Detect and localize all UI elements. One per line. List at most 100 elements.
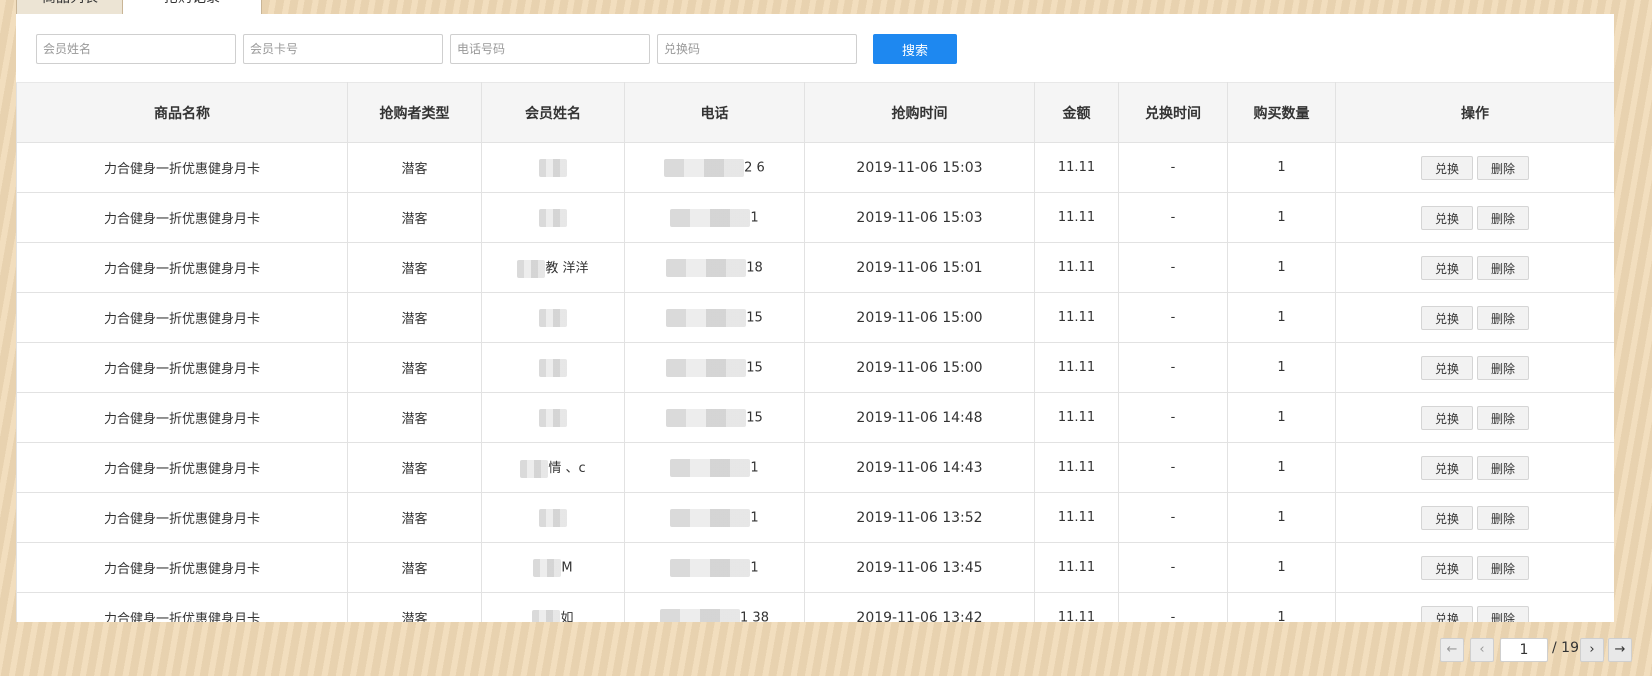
cell-amount: 11.11 <box>1034 142 1119 193</box>
header-quantity: 购买数量 <box>1227 82 1336 143</box>
cell-buyer-type: 潜客 <box>347 442 482 493</box>
delete-button[interactable]: 删除 <box>1477 305 1529 330</box>
cell-quantity: 1 <box>1227 542 1336 593</box>
tab-product-list[interactable]: 商品列表 <box>16 0 124 14</box>
page-number-input[interactable] <box>1500 638 1548 662</box>
phone-visible: 15 <box>746 360 763 375</box>
cell-product-name: 力合健身一折优惠健身月卡 <box>16 192 348 243</box>
phone-input[interactable] <box>450 34 650 64</box>
member-name-visible: M <box>561 560 573 575</box>
cell-amount: 11.11 <box>1034 242 1119 293</box>
member-name-visible: 如 <box>560 611 574 622</box>
cell-amount: 11.11 <box>1034 292 1119 343</box>
redacted-phone-mask <box>660 608 741 622</box>
pagination: ← ‹ / 19 › → <box>1440 638 1632 662</box>
cell-amount: 11.11 <box>1034 442 1119 493</box>
member-name-input[interactable] <box>36 34 236 64</box>
cell-purchase-time: 2019-11-06 15:03 <box>804 142 1035 193</box>
cell-buyer-type: 潜客 <box>347 142 482 193</box>
cell-redeem-time: - <box>1118 192 1228 243</box>
phone-visible: 15 <box>746 410 763 425</box>
redeem-button[interactable]: 兑换 <box>1421 205 1473 230</box>
redacted-phone-mask <box>670 508 751 527</box>
phone-visible: 18 <box>746 260 763 275</box>
redacted-phone-mask <box>670 458 751 477</box>
member-card-input[interactable] <box>243 34 443 64</box>
member-name-visible: 教 洋洋 <box>545 261 589 277</box>
cell-product-name: 力合健身一折优惠健身月卡 <box>16 392 348 443</box>
header-buyer-type: 抢购者类型 <box>347 82 482 143</box>
table-row: 力合健身一折优惠健身月卡 潜客如 1 38 2019-11-06 13:42 11.11… <box>16 592 1614 622</box>
redacted-phone-mask <box>666 408 747 427</box>
header-purchase-time: 抢购时间 <box>804 82 1035 143</box>
header-phone: 电话 <box>624 82 805 143</box>
cell-member-name: M <box>481 542 625 593</box>
delete-button[interactable]: 删除 <box>1477 155 1529 180</box>
table-row: 力合健身一折优惠健身月卡 潜客 15 2019-11-06 14:48 11.11-1 兑… <box>16 392 1614 443</box>
redacted-name-mask <box>539 358 567 377</box>
cell-actions: 兑换 删除 <box>1335 142 1614 193</box>
arrow-left-icon[interactable]: ← <box>1440 638 1464 662</box>
cell-phone: 1 <box>624 192 805 243</box>
main-panel: 搜索 商品名称 抢购者类型 会员姓名 电话 抢购时间 金额 兑换时间 购买数量 … <box>16 14 1614 622</box>
tab-purchase-records[interactable]: 抢购记录 <box>122 0 262 14</box>
table-row: 力合健身一折优惠健身月卡 潜客 15 2019-11-06 15:00 11.11-1 兑… <box>16 342 1614 393</box>
cell-actions: 兑换 删除 <box>1335 292 1614 343</box>
redeem-button[interactable]: 兑换 <box>1421 305 1473 330</box>
search-button[interactable]: 搜索 <box>873 34 957 64</box>
redeem-button[interactable]: 兑换 <box>1421 255 1473 280</box>
cell-product-name: 力合健身一折优惠健身月卡 <box>16 542 348 593</box>
delete-button[interactable]: 删除 <box>1477 555 1529 580</box>
cell-redeem-time: - <box>1118 492 1228 543</box>
delete-button[interactable]: 删除 <box>1477 205 1529 230</box>
phone-visible: 1 38 <box>740 610 769 622</box>
arrow-right-icon[interactable]: → <box>1608 638 1632 662</box>
cell-buyer-type: 潜客 <box>347 592 482 622</box>
cell-member-name: 如 <box>481 592 625 622</box>
cell-quantity: 1 <box>1227 492 1336 543</box>
cell-member-name <box>481 342 625 393</box>
delete-button[interactable]: 删除 <box>1477 405 1529 430</box>
chevron-left-icon[interactable]: ‹ <box>1470 638 1494 662</box>
redeem-code-input[interactable] <box>657 34 857 64</box>
redeem-button[interactable]: 兑换 <box>1421 405 1473 430</box>
cell-member-name <box>481 492 625 543</box>
chevron-right-icon[interactable]: › <box>1580 638 1604 662</box>
cell-actions: 兑换 删除 <box>1335 442 1614 493</box>
cell-purchase-time: 2019-11-06 14:43 <box>804 442 1035 493</box>
cell-product-name: 力合健身一折优惠健身月卡 <box>16 492 348 543</box>
redeem-button[interactable]: 兑换 <box>1421 555 1473 580</box>
delete-button[interactable]: 删除 <box>1477 255 1529 280</box>
cell-phone: 18 <box>624 242 805 293</box>
delete-button[interactable]: 删除 <box>1477 605 1529 622</box>
redeem-button[interactable]: 兑换 <box>1421 605 1473 622</box>
cell-redeem-time: - <box>1118 242 1228 293</box>
purchase-records-table: 商品名称 抢购者类型 会员姓名 电话 抢购时间 金额 兑换时间 购买数量 操作 … <box>16 82 1614 622</box>
delete-button[interactable]: 删除 <box>1477 355 1529 380</box>
cell-quantity: 1 <box>1227 442 1336 493</box>
cell-product-name: 力合健身一折优惠健身月卡 <box>16 292 348 343</box>
cell-phone: 1 38 <box>624 592 805 622</box>
cell-actions: 兑换 删除 <box>1335 192 1614 243</box>
phone-visible: 1 <box>750 210 759 225</box>
phone-visible: 1 <box>750 560 759 575</box>
cell-quantity: 1 <box>1227 192 1336 243</box>
table-row: 力合健身一折优惠健身月卡 潜客 教 洋洋 18 2019-11-06 15:01 11.1… <box>16 242 1614 293</box>
header-member-name: 会员姓名 <box>481 82 625 143</box>
cell-member-name <box>481 392 625 443</box>
cell-buyer-type: 潜客 <box>347 242 482 293</box>
table-row: 力合健身一折优惠健身月卡 潜客 1 2019-11-06 15:03 11.11-1 兑换… <box>16 192 1614 243</box>
cell-buyer-type: 潜客 <box>347 542 482 593</box>
cell-purchase-time: 2019-11-06 14:48 <box>804 392 1035 443</box>
redeem-button[interactable]: 兑换 <box>1421 355 1473 380</box>
cell-redeem-time: - <box>1118 292 1228 343</box>
phone-visible: 1 <box>750 510 759 525</box>
delete-button[interactable]: 删除 <box>1477 505 1529 530</box>
cell-quantity: 1 <box>1227 392 1336 443</box>
delete-button[interactable]: 删除 <box>1477 455 1529 480</box>
redeem-button[interactable]: 兑换 <box>1421 505 1473 530</box>
cell-purchase-time: 2019-11-06 15:00 <box>804 342 1035 393</box>
redeem-button[interactable]: 兑换 <box>1421 455 1473 480</box>
redeem-button[interactable]: 兑换 <box>1421 155 1473 180</box>
phone-visible: 1 <box>750 460 759 475</box>
